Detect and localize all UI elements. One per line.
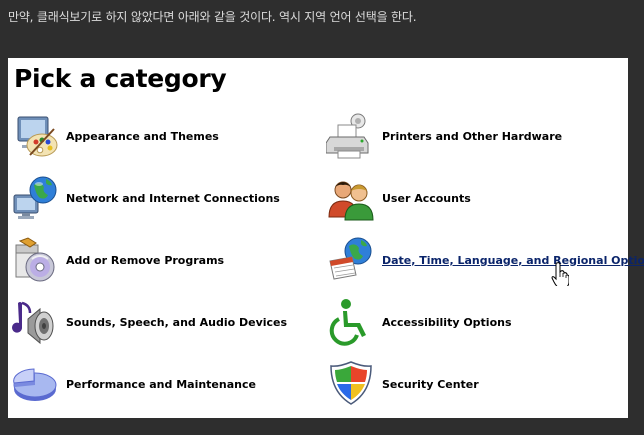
appearance-themes-icon xyxy=(10,111,60,161)
category-label: Appearance and Themes xyxy=(66,129,219,143)
globe-calendar-icon xyxy=(326,235,376,285)
users-icon xyxy=(326,173,376,223)
category-security-center[interactable]: Security Center xyxy=(324,358,479,410)
category-label: Date, Time, Language, and Regional Optio… xyxy=(382,253,644,267)
category-label: Sounds, Speech, and Audio Devices xyxy=(66,315,288,329)
category-label: Accessibility Options xyxy=(382,315,512,329)
category-network-internet[interactable]: Network and Internet Connections xyxy=(8,172,280,224)
add-remove-programs-icon xyxy=(10,235,60,285)
category-label: Performance and Maintenance xyxy=(66,377,256,391)
category-label: Add or Remove Programs xyxy=(66,253,225,267)
category-accessibility[interactable]: Accessibility Options xyxy=(324,296,512,348)
category-date-time-language[interactable]: Date, Time, Language, and Regional Optio… xyxy=(324,234,644,286)
category-label: Network and Internet Connections xyxy=(66,191,280,205)
category-add-remove-programs[interactable]: Add or Remove Programs xyxy=(8,234,224,286)
wheelchair-icon xyxy=(326,297,376,347)
category-user-accounts[interactable]: User Accounts xyxy=(324,172,471,224)
category-sounds-audio[interactable]: Sounds, Speech, and Audio Devices xyxy=(8,296,287,348)
control-panel-category-view: Pick a category Appearance and Themes Ne… xyxy=(8,58,644,418)
page-title: Pick a category xyxy=(14,64,227,93)
hand-cursor-icon xyxy=(551,262,569,286)
caption-text: 만약, 클래식보기로 하지 않았다면 아래와 같을 것이다. 역시 지역 언어 … xyxy=(8,10,417,24)
category-appearance-themes[interactable]: Appearance and Themes xyxy=(8,110,219,162)
speaker-icon xyxy=(10,297,60,347)
category-label: Security Center xyxy=(382,377,479,391)
printer-icon xyxy=(326,111,376,161)
category-printers-hardware[interactable]: Printers and Other Hardware xyxy=(324,110,562,162)
category-label: Printers and Other Hardware xyxy=(382,129,563,143)
category-performance-maintenance[interactable]: Performance and Maintenance xyxy=(8,358,256,410)
shield-icon xyxy=(326,359,376,409)
category-label: User Accounts xyxy=(382,191,471,205)
pie-chart-icon xyxy=(10,359,60,409)
network-globe-icon xyxy=(10,173,60,223)
